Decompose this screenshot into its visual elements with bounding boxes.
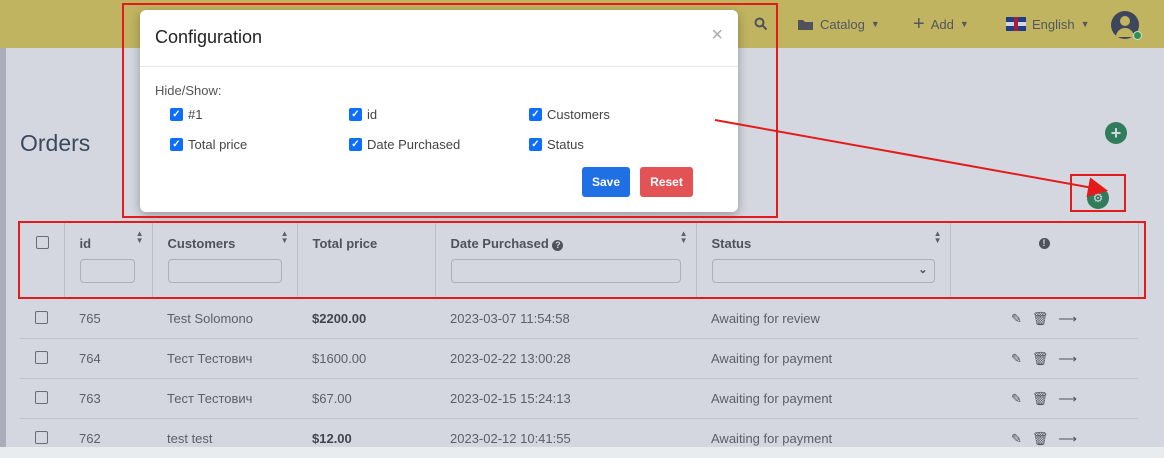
annotation-arrow [0,0,1164,447]
